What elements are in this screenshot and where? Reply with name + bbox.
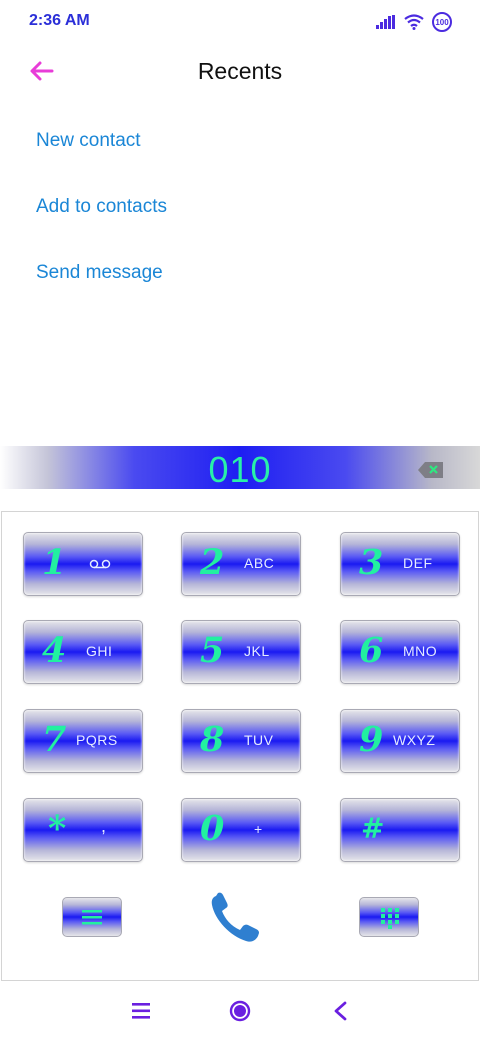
nav-back-icon[interactable]	[328, 998, 354, 1024]
key-digit: 0	[200, 808, 225, 849]
key-4[interactable]: 4 GHI	[23, 620, 143, 684]
number-display: 010	[0, 446, 480, 490]
new-contact-item[interactable]: New contact	[0, 108, 480, 174]
send-message-item[interactable]: Send message	[0, 240, 480, 306]
key-digit: 7	[42, 719, 67, 760]
key-letters: ,	[101, 816, 107, 836]
voicemail-icon	[89, 559, 111, 569]
key-letters: GHI	[86, 643, 113, 659]
key-digit: 4	[42, 630, 67, 671]
key-1[interactable]: 1	[23, 532, 143, 596]
key-letters: ABC	[244, 555, 275, 571]
menu-icon	[82, 910, 102, 925]
nav-menu-icon[interactable]	[128, 998, 154, 1024]
key-letters: DEF	[403, 555, 433, 571]
key-letters: TUV	[244, 732, 274, 748]
key-2[interactable]: 2 ABC	[181, 532, 301, 596]
app-bar: Recents	[0, 44, 480, 100]
call-button[interactable]	[206, 890, 264, 948]
signal-icon	[376, 15, 395, 29]
menu-button[interactable]	[62, 897, 122, 937]
key-digit: 9	[359, 719, 384, 760]
key-digit: 2	[200, 542, 225, 583]
key-digit: 6	[359, 630, 384, 671]
add-to-contacts-item[interactable]: Add to contacts	[0, 174, 480, 240]
dialed-number: 010	[208, 449, 272, 490]
backspace-button[interactable]	[417, 461, 444, 479]
phone-icon	[211, 892, 259, 942]
key-star[interactable]: * ,	[23, 798, 143, 862]
key-0[interactable]: 0 +	[181, 798, 301, 862]
status-bar: 2:36 AM 100	[0, 0, 480, 44]
key-letters: +	[254, 821, 263, 837]
nav-home-icon[interactable]	[227, 998, 253, 1024]
key-letters: PQRS	[76, 732, 118, 748]
key-3[interactable]: 3 DEF	[340, 532, 460, 596]
options-menu: New contact Add to contacts Send message	[0, 108, 480, 306]
key-digit: 8	[200, 719, 225, 760]
battery-icon: 100	[432, 12, 452, 32]
page-title: Recents	[197, 58, 283, 84]
status-time: 2:36 AM	[29, 12, 90, 29]
key-letters: MNO	[403, 643, 438, 659]
key-5[interactable]: 5 JKL	[181, 620, 301, 684]
key-7[interactable]: 7 PQRS	[23, 709, 143, 773]
backspace-icon	[418, 462, 443, 478]
wifi-icon	[404, 14, 424, 30]
key-digit: 3	[359, 542, 384, 583]
key-letters: WXYZ	[393, 732, 436, 748]
key-hash[interactable]: #	[340, 798, 460, 862]
key-digit: *	[48, 808, 67, 849]
dialpad-icon	[381, 908, 399, 929]
key-digit: 5	[200, 630, 225, 671]
system-nav-bar	[0, 982, 480, 1040]
key-6[interactable]: 6 MNO	[340, 620, 460, 684]
status-icons: 100	[376, 11, 452, 33]
dialpad-toggle-button[interactable]	[359, 897, 419, 937]
key-digit: #	[361, 812, 385, 845]
key-digit: 1	[42, 542, 67, 583]
key-letters: JKL	[244, 643, 270, 659]
key-9[interactable]: 9 WXYZ	[340, 709, 460, 773]
key-8[interactable]: 8 TUV	[181, 709, 301, 773]
